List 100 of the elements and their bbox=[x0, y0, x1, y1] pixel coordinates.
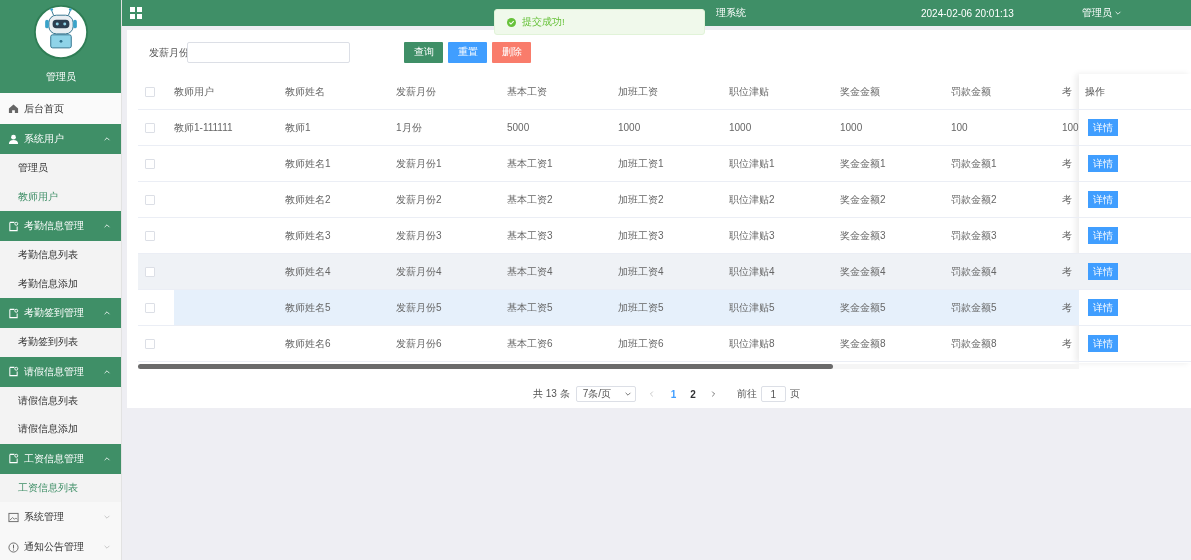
table-cell: 考 bbox=[1062, 300, 1072, 315]
chevron-down-icon bbox=[103, 513, 111, 521]
column-header: 考 bbox=[1062, 84, 1072, 99]
table-cell: 发薪月份3 bbox=[396, 228, 442, 243]
user-name: 管理员 bbox=[45, 70, 76, 84]
table-cell: 罚款金额4 bbox=[951, 264, 997, 279]
table-cell: 基本工资6 bbox=[507, 336, 553, 351]
home-icon bbox=[8, 103, 19, 114]
column-header: 发薪月份 bbox=[396, 84, 436, 99]
table-cell: 罚款金额8 bbox=[951, 336, 997, 351]
table-cell: 奖金金额3 bbox=[840, 228, 886, 243]
robot-avatar-drawing bbox=[32, 4, 89, 60]
table-cell: 发薪月份1 bbox=[396, 156, 442, 171]
table-cell: 教师姓名4 bbox=[285, 264, 331, 279]
table-cell: 职位津贴4 bbox=[729, 264, 775, 279]
table-cell: 1000 bbox=[618, 122, 641, 133]
menu-group[interactable]: 考勤签到管理 bbox=[0, 298, 121, 328]
chevron-up-icon bbox=[103, 135, 111, 143]
table-cell: 基本工资1 bbox=[507, 156, 553, 171]
checkbox[interactable] bbox=[145, 230, 155, 241]
table-cell: 职位津贴3 bbox=[729, 228, 775, 243]
menu-item[interactable]: 后台首页 bbox=[0, 93, 121, 124]
field-label: 发薪月份 bbox=[149, 45, 187, 60]
page-size-select[interactable]: 7条/页 bbox=[575, 386, 636, 402]
success-icon bbox=[507, 17, 516, 27]
table-cell: 考 bbox=[1062, 336, 1072, 351]
image-icon bbox=[8, 511, 19, 523]
table-row[interactable]: 教师姓名4 发薪月份4 基本工资4 加班工资4 职位津贴4 奖金金额4 罚款金额4 考 bbox=[138, 254, 1079, 290]
table-cell: 职位津贴5 bbox=[729, 300, 775, 315]
chevron-up-icon bbox=[103, 454, 111, 463]
table-row[interactable]: 教师姓名6 发薪月份6 基本工资6 加班工资6 职位津贴8 奖金金额8 罚款金额8 考 bbox=[138, 326, 1079, 362]
table-cell: 考 bbox=[1062, 264, 1072, 279]
table-cell: 100 bbox=[951, 122, 968, 133]
checkbox[interactable] bbox=[145, 86, 155, 97]
goto-label: 前往 bbox=[736, 387, 757, 401]
table-cell: 教师1 bbox=[285, 120, 311, 135]
table-cell: 罚款金额5 bbox=[951, 300, 997, 315]
page-suffix: 页 bbox=[789, 387, 800, 401]
table-cell: 职位津贴1 bbox=[729, 156, 775, 171]
table-cell: 教师姓名1 bbox=[285, 156, 331, 171]
table-cell: 发薪月份4 bbox=[396, 264, 442, 279]
chevron-down-icon bbox=[1113, 9, 1122, 17]
input-field[interactable] bbox=[187, 42, 350, 63]
table-cell: 罚款金额2 bbox=[951, 192, 997, 207]
table-cell: 加班工资2 bbox=[618, 192, 664, 207]
table-row[interactable]: 教师姓名1 发薪月份1 基本工资1 加班工资1 职位津贴1 奖金金额1 罚款金额1 考 bbox=[138, 146, 1079, 182]
checkbox[interactable] bbox=[145, 266, 155, 277]
table-cell: 加班工资6 bbox=[618, 336, 664, 351]
table-cell: 发薪月份6 bbox=[396, 336, 442, 351]
table-cell: 加班工资4 bbox=[618, 264, 664, 279]
chevron-up-icon bbox=[103, 367, 111, 376]
table-cell: 5000 bbox=[507, 122, 530, 133]
table-row[interactable]: 教师姓名2 发薪月份2 基本工资2 加班工资2 职位津贴2 奖金金额2 罚款金额2 考 bbox=[138, 182, 1079, 218]
table-cell: 教师姓名5 bbox=[285, 300, 331, 315]
checkbox[interactable] bbox=[145, 158, 155, 169]
table-row[interactable]: 教师1-111111 教师1 1月份 5000 1000 1000 1000 100 100 bbox=[138, 110, 1079, 146]
document-icon bbox=[8, 220, 19, 232]
chevron-down-icon bbox=[103, 543, 111, 551]
page-number[interactable]: 2 bbox=[690, 388, 696, 400]
menu-group[interactable]: 考勤信息管理 bbox=[0, 211, 121, 241]
toast-message: 提交成功! bbox=[522, 15, 565, 29]
table-cell: 奖金金额5 bbox=[840, 300, 886, 315]
chevron-down-icon bbox=[623, 390, 632, 398]
menu-group[interactable]: 通知公告管理 bbox=[0, 532, 121, 560]
table-cell: 发薪月份2 bbox=[396, 192, 442, 207]
table-cell: 教师姓名3 bbox=[285, 228, 331, 243]
menu-group[interactable]: 工资信息管理 bbox=[0, 443, 121, 474]
table-cell: 奖金金额1 bbox=[840, 156, 886, 171]
table-row[interactable]: 教师姓名5 发薪月份5 基本工资5 加班工资5 职位津贴5 奖金金额5 罚款金额5 考 bbox=[138, 290, 1079, 326]
table-cell: 职位津贴2 bbox=[729, 192, 775, 207]
table-cell: 加班工资1 bbox=[618, 156, 664, 171]
grid-menu-icon[interactable] bbox=[130, 7, 142, 19]
table-cell: 罚款金额3 bbox=[951, 228, 997, 243]
menu-group[interactable]: 请假信息管理 bbox=[0, 356, 121, 387]
user-icon bbox=[8, 133, 19, 145]
previous-page-icon[interactable] bbox=[647, 390, 656, 398]
checkbox[interactable] bbox=[145, 194, 155, 205]
checkbox[interactable] bbox=[145, 338, 155, 349]
column-header: 罚款金额 bbox=[951, 84, 991, 99]
chevron-up-icon bbox=[103, 309, 111, 317]
search-button[interactable]: 查询 bbox=[404, 42, 443, 63]
page-input[interactable]: 1 bbox=[760, 386, 786, 402]
table-cell: 1000 bbox=[729, 122, 752, 133]
user-menu[interactable]: 管理员 bbox=[1081, 6, 1122, 20]
scrollbar-thumb[interactable] bbox=[138, 364, 833, 369]
table-cell: 基本工资3 bbox=[507, 228, 553, 243]
checkbox[interactable] bbox=[145, 122, 155, 133]
column-header: 奖金金额 bbox=[840, 84, 880, 99]
table-cell: 发薪月份5 bbox=[396, 300, 442, 315]
table-cell: 加班工资5 bbox=[618, 300, 664, 315]
table-cell: 基本工资4 bbox=[507, 264, 553, 279]
table-cell: 1000 bbox=[840, 122, 863, 133]
column-header: 基本工资 bbox=[507, 84, 547, 99]
menu-group[interactable]: 系统管理 bbox=[0, 502, 121, 532]
page-number[interactable]: 1 bbox=[670, 388, 677, 400]
menu-group[interactable]: 系统用户 bbox=[0, 124, 121, 154]
column-header: 教师姓名 bbox=[285, 84, 325, 99]
app-title: 理系统 bbox=[716, 6, 746, 20]
table-cell: 考 bbox=[1062, 228, 1072, 243]
checkbox[interactable] bbox=[145, 302, 155, 313]
